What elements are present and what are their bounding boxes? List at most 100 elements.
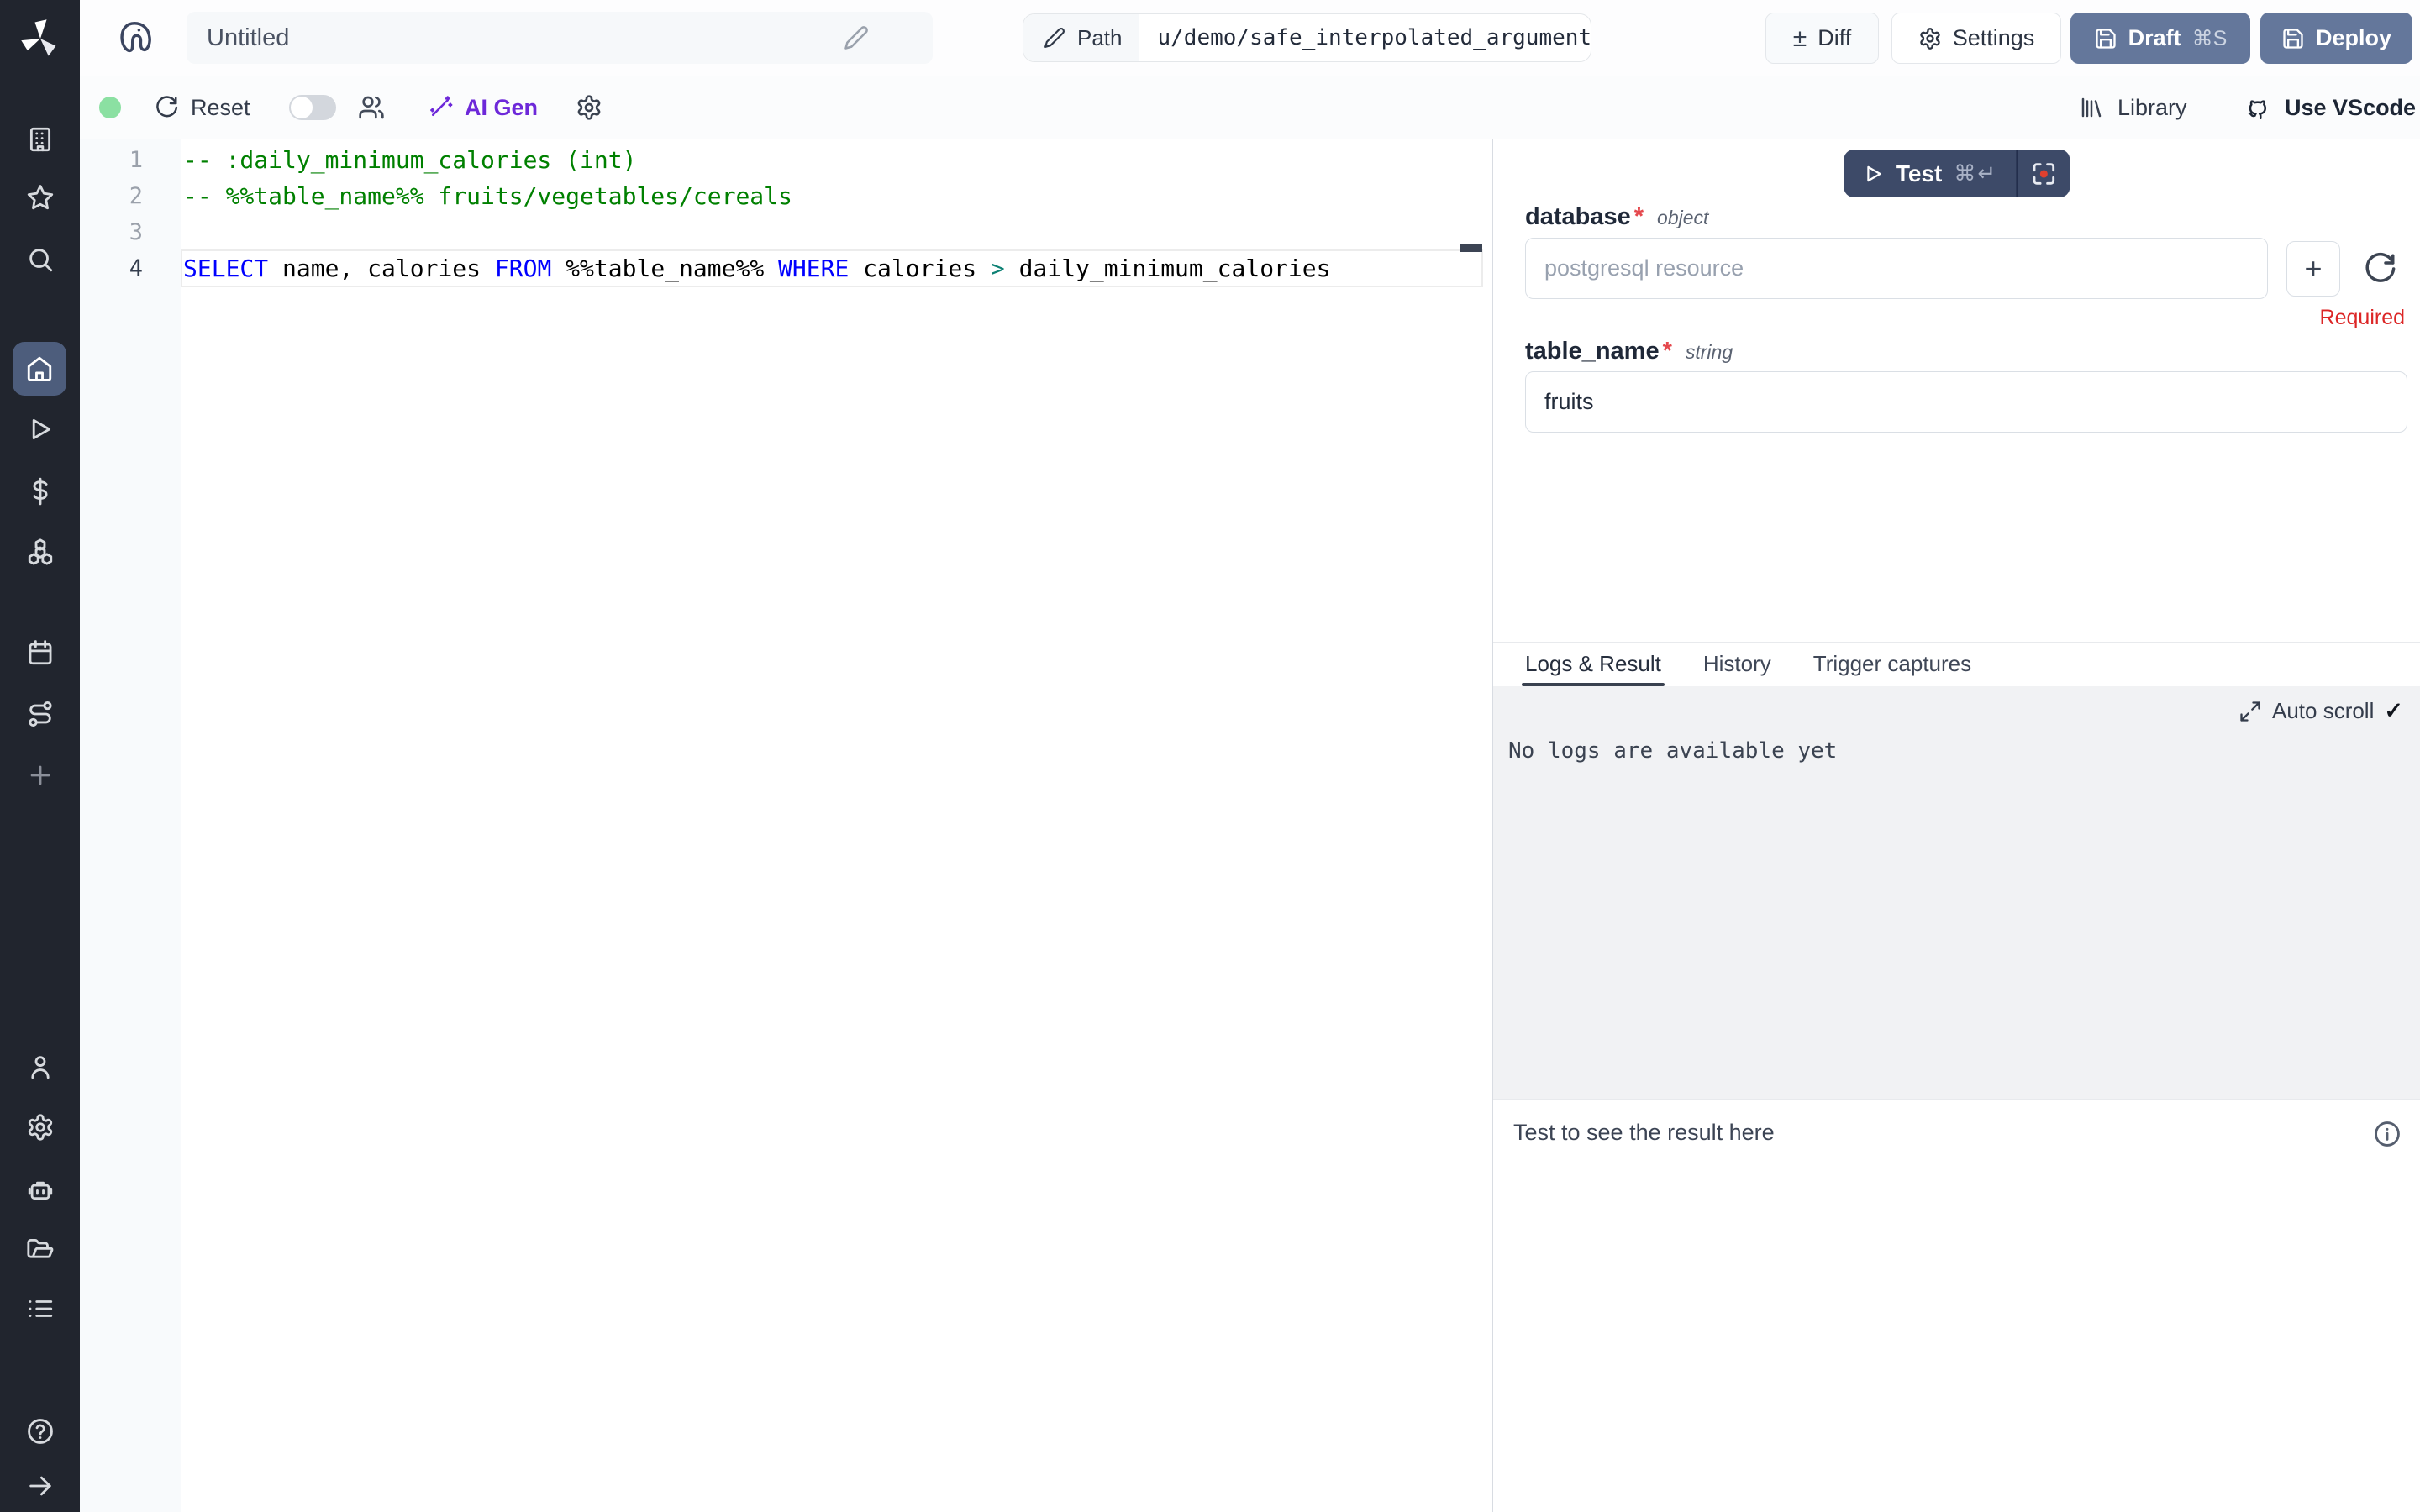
code-line[interactable]: SELECT name, calories FROM %%table_name%… xyxy=(182,250,1482,286)
logs-panel: Auto scroll ✓ No logs are available yet xyxy=(1493,686,2420,1099)
logs-empty-message: No logs are available yet xyxy=(1508,738,1837,764)
info-icon[interactable] xyxy=(2373,1120,2402,1148)
result-tabs: Logs & Result History Trigger captures xyxy=(1493,642,2420,685)
refresh-resource-button[interactable] xyxy=(2362,251,2397,286)
database-input[interactable] xyxy=(1525,238,2268,299)
save-icon xyxy=(2281,27,2305,50)
status-dot xyxy=(99,97,121,118)
edit-title-pencil-icon[interactable] xyxy=(844,25,869,50)
sidebar-item-favorites[interactable] xyxy=(0,171,80,224)
script-title-field[interactable]: Untitled xyxy=(187,12,933,64)
star-icon xyxy=(26,183,55,212)
help-circle-icon xyxy=(26,1417,55,1446)
route-icon xyxy=(26,700,55,728)
sidebar-item-schedules[interactable] xyxy=(0,626,80,680)
sidebar-item-home[interactable] xyxy=(13,342,66,396)
sidebar-item-create[interactable] xyxy=(0,748,80,802)
search-icon xyxy=(26,245,55,274)
editor-settings-button[interactable] xyxy=(576,76,602,139)
sidebar-item-workspace[interactable] xyxy=(0,113,80,166)
library-icon xyxy=(2079,95,2104,120)
sidebar-item-resources[interactable] xyxy=(0,525,80,579)
save-icon xyxy=(2094,27,2118,50)
code-line[interactable] xyxy=(182,214,1482,250)
arrow-right-icon xyxy=(26,1472,55,1500)
test-button-group: Test ⌘↵ xyxy=(1844,150,2070,197)
refresh-icon xyxy=(2362,251,2397,286)
diff-button[interactable]: ± Diff xyxy=(1765,13,1879,64)
sidebar-item-workers[interactable] xyxy=(0,1163,80,1216)
windmill-logo[interactable] xyxy=(0,13,80,64)
required-asterisk: * xyxy=(1663,338,1672,365)
tab-history[interactable]: History xyxy=(1703,643,1771,686)
required-asterisk: * xyxy=(1634,203,1644,231)
check-icon: ✓ xyxy=(2384,698,2403,724)
table-name-input[interactable] xyxy=(1525,371,2407,433)
draft-button[interactable]: Draft ⌘S xyxy=(2070,13,2250,64)
dollar-icon xyxy=(26,477,55,506)
sidebar-item-search[interactable] xyxy=(0,233,80,286)
gear-icon xyxy=(576,94,602,121)
sidebar xyxy=(0,0,80,1512)
postgresql-icon xyxy=(115,18,154,57)
windmill-logo-icon xyxy=(18,17,62,60)
gear-icon xyxy=(1918,27,1942,50)
auto-scroll-toggle[interactable]: Auto scroll ✓ xyxy=(2238,698,2403,724)
sidebar-item-variables[interactable] xyxy=(0,465,80,518)
users-icon xyxy=(358,94,385,121)
building-icon xyxy=(26,125,55,154)
tab-logs-result[interactable]: Logs & Result xyxy=(1525,643,1661,686)
add-resource-button[interactable]: + xyxy=(2286,241,2340,297)
reset-button[interactable]: Reset xyxy=(154,76,250,139)
sidebar-item-settings[interactable] xyxy=(0,1100,80,1154)
editor-toolbar: Reset AI Gen Library Use VScode xyxy=(80,76,2420,139)
overview-cursor-marker xyxy=(1460,244,1482,252)
capture-button[interactable] xyxy=(2018,150,2070,197)
sidebar-item-runs[interactable] xyxy=(0,402,80,456)
robot-icon xyxy=(26,1175,55,1204)
table-name-field-label: table_name * string xyxy=(1525,338,1733,365)
result-hint: Test to see the result here xyxy=(1513,1120,1775,1146)
home-icon xyxy=(25,354,54,383)
sidebar-item-audit-logs[interactable] xyxy=(0,1282,80,1336)
path-field[interactable]: Path u/demo/safe_interpolated_arguments xyxy=(1023,13,1591,62)
plus-minus-icon: ± xyxy=(1793,26,1807,51)
use-vscode-button[interactable]: Use VScode xyxy=(2243,76,2416,139)
refresh-icon xyxy=(154,95,179,120)
tab-trigger-captures[interactable]: Trigger captures xyxy=(1813,643,1971,686)
expand-icon xyxy=(2238,700,2262,723)
active-tab-underline xyxy=(1522,683,1665,686)
gear-icon xyxy=(26,1113,55,1142)
code-line[interactable]: -- %%table_name%% fruits/vegetables/cere… xyxy=(182,178,1482,214)
script-title: Untitled xyxy=(207,12,289,64)
github-icon xyxy=(2243,93,2271,122)
ai-gen-button[interactable]: AI Gen xyxy=(428,76,538,139)
plus-icon xyxy=(26,761,55,790)
sidebar-item-triggers[interactable] xyxy=(0,687,80,741)
diff-mode-toggle[interactable] xyxy=(289,95,336,120)
collaboration-button[interactable] xyxy=(358,76,385,139)
path-label: Path xyxy=(1077,25,1123,51)
test-button[interactable]: Test ⌘↵ xyxy=(1844,150,2016,197)
windmill-app: Untitled Path u/demo/safe_interpolated_a… xyxy=(0,0,2420,1512)
test-shortcut: ⌘↵ xyxy=(1954,160,1997,186)
sidebar-item-folders[interactable] xyxy=(0,1222,80,1276)
required-note: Required xyxy=(2320,306,2405,330)
wand-icon xyxy=(428,95,453,120)
list-icon xyxy=(26,1294,55,1323)
sidebar-item-help[interactable] xyxy=(0,1404,80,1458)
sidebar-collapse-toggle[interactable] xyxy=(0,1459,80,1512)
code-editor[interactable]: 1234 -- :daily_minimum_calories (int)-- … xyxy=(80,139,1492,1512)
code-line[interactable]: -- :daily_minimum_calories (int) xyxy=(182,142,1482,178)
library-button[interactable]: Library xyxy=(2079,76,2187,139)
editor-code[interactable]: -- :daily_minimum_calories (int)-- %%tab… xyxy=(182,142,1482,286)
calendar-icon xyxy=(26,638,55,667)
sidebar-item-account[interactable] xyxy=(0,1040,80,1094)
deploy-button[interactable]: Deploy xyxy=(2260,13,2412,64)
settings-button[interactable]: Settings xyxy=(1891,13,2061,64)
path-value: u/demo/safe_interpolated_arguments xyxy=(1139,25,1592,50)
result-panel: Test to see the result here xyxy=(1493,1099,2420,1512)
database-field-label: database * object xyxy=(1525,203,1708,231)
play-icon xyxy=(1862,163,1884,185)
boxes-icon xyxy=(26,538,55,566)
